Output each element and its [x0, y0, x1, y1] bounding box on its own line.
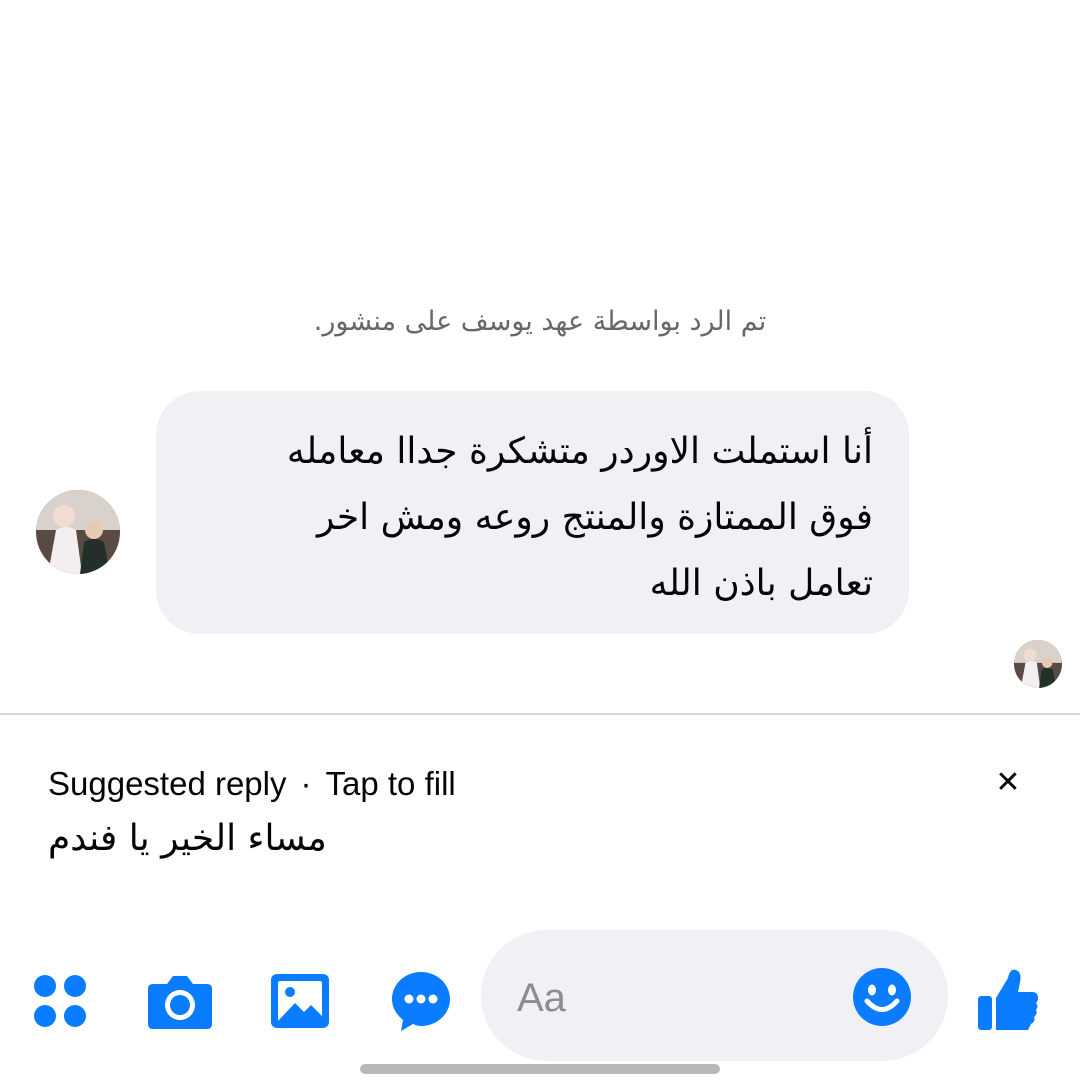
close-suggestion-button[interactable]: ✕: [990, 762, 1026, 802]
home-indicator[interactable]: [360, 1064, 720, 1074]
camera-icon[interactable]: [147, 972, 213, 1030]
image-icon[interactable]: [269, 972, 331, 1030]
suggested-reply-header: Suggested reply · Tap to fill: [48, 765, 456, 803]
sender-avatar[interactable]: [36, 490, 120, 574]
suggested-reply-text[interactable]: مساء الخير يا فندم: [48, 818, 448, 859]
suggested-reply-label: Suggested reply: [48, 765, 287, 802]
suggested-reply-content: مساء الخير يا فندم: [48, 818, 327, 859]
seen-receipt-avatar: [1014, 640, 1062, 688]
chat-bubble-icon[interactable]: [389, 969, 453, 1033]
separator-dot: ·: [300, 765, 312, 802]
message-text: أنا استملت الاوردر متشكرة جداا معامله فو…: [286, 431, 873, 604]
tap-to-fill-hint: Tap to fill: [325, 765, 456, 802]
message-input[interactable]: [517, 972, 817, 1024]
emoji-icon[interactable]: [851, 966, 913, 1028]
divider: [0, 713, 1080, 715]
reply-context-note: تم الرد بواسطة عهد يوسف على منشور.: [313, 306, 767, 337]
close-icon: ✕: [995, 764, 1021, 800]
thumbs-up-icon[interactable]: [976, 966, 1040, 1032]
message-bubble[interactable]: أنا استملت الاوردر متشكرة جداا معامله فو…: [156, 391, 909, 634]
four-dots-icon[interactable]: [32, 973, 88, 1029]
